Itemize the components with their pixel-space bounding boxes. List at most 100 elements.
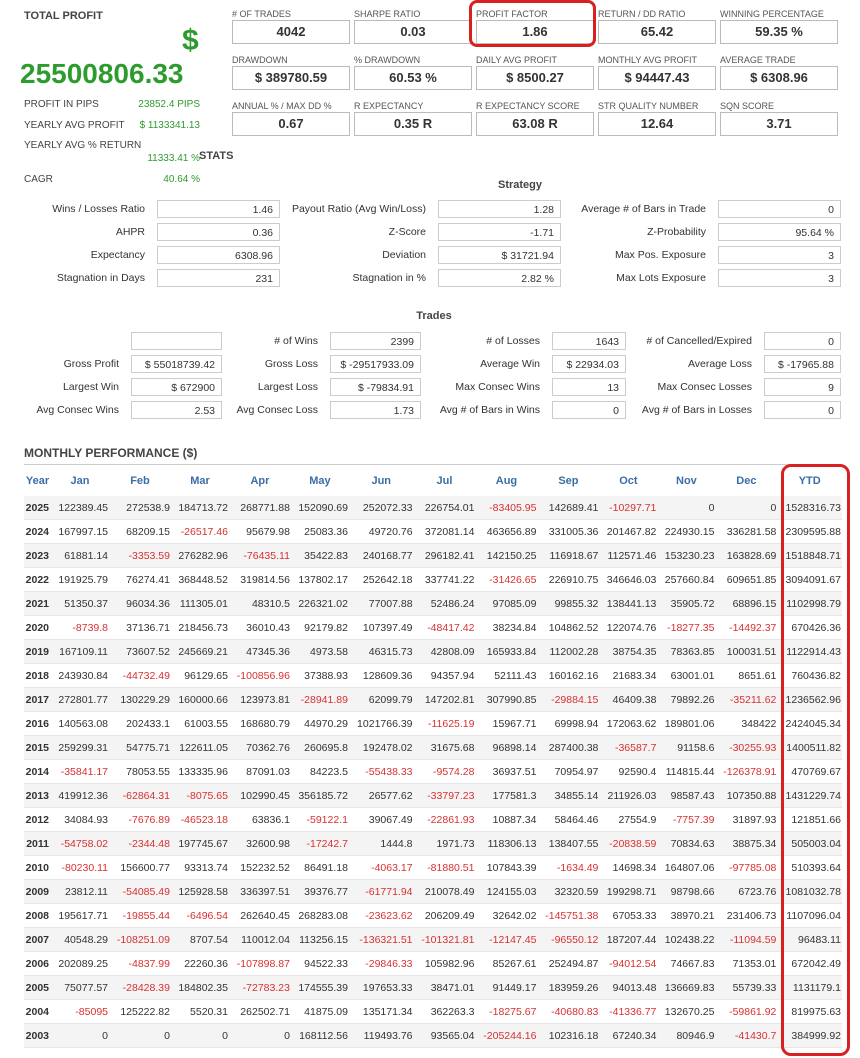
column-header[interactable]: Aug xyxy=(475,466,537,496)
column-header[interactable]: Feb xyxy=(109,466,171,496)
month-cell: 68896.15 xyxy=(715,591,778,616)
month-cell: 37136.71 xyxy=(109,615,171,640)
month-cell: 1971.73 xyxy=(413,831,476,856)
table-row: 2021 51350.37 96034.36 111305.01 48310.5 2263… xyxy=(24,591,842,616)
month-cell: 98798.66 xyxy=(657,879,716,904)
month-cell: 10887.34 xyxy=(475,807,538,832)
month-cell: 125928.58 xyxy=(170,879,229,904)
month-cell: 152232.52 xyxy=(228,855,291,880)
month-cell: 41875.09 xyxy=(290,999,349,1024)
metric-value: $ 6308.96 xyxy=(720,66,838,90)
year-cell: 2014 xyxy=(24,759,51,784)
column-header[interactable]: Mar xyxy=(171,466,229,496)
month-cell: 136669.83 xyxy=(657,975,716,1000)
month-cell: -7676.89 xyxy=(109,807,171,832)
month-cell: 268771.88 xyxy=(228,496,291,520)
trade-label: Avg # of Bars in Losses xyxy=(641,404,752,416)
month-cell: 160000.66 xyxy=(170,687,229,712)
column-header[interactable]: Jun xyxy=(349,466,414,496)
month-cell: 69998.94 xyxy=(537,711,600,736)
stat-value: 1.28 xyxy=(438,200,561,218)
stat-value: 2.82 % xyxy=(438,269,561,287)
month-cell: -80230.11 xyxy=(51,855,110,880)
year-cell: 2017 xyxy=(24,687,51,712)
month-cell: 252072.33 xyxy=(348,496,414,520)
month-cell: -41430.7 xyxy=(715,1023,778,1048)
column-header[interactable]: Year xyxy=(24,466,51,496)
month-cell: 111305.01 xyxy=(170,591,229,616)
year-cell: 2010 xyxy=(24,855,51,880)
column-header[interactable]: Dec xyxy=(715,466,777,496)
month-cell: 356185.72 xyxy=(290,783,349,808)
month-cell: 211926.03 xyxy=(599,783,658,808)
month-cell: 463656.89 xyxy=(475,519,538,544)
month-cell: -14492.37 xyxy=(715,615,778,640)
month-cell: 132670.25 xyxy=(657,999,716,1024)
cagr-value: 40.64 % xyxy=(163,174,200,185)
total-profit-amount: 25500806.33 xyxy=(20,58,184,89)
month-cell: 47345.36 xyxy=(228,639,291,664)
month-cell: -72783.23 xyxy=(228,975,291,1000)
month-cell: 77007.88 xyxy=(348,591,414,616)
metric-label: DAILY AVG PROFIT xyxy=(476,55,558,65)
table-row: 2008 195617.71 -19855.44 -6496.54 262640.45 2… xyxy=(24,903,842,928)
trade-label: # of Losses xyxy=(486,335,540,347)
column-header[interactable]: Oct xyxy=(599,466,657,496)
year-cell: 2018 xyxy=(24,663,51,688)
month-cell: -108251.09 xyxy=(109,927,171,952)
month-cell: -145751.38 xyxy=(537,903,600,928)
month-cell: 25083.36 xyxy=(290,519,349,544)
month-cell: 52111.43 xyxy=(475,663,538,688)
year-cell: 2022 xyxy=(24,567,51,592)
month-cell: 36937.51 xyxy=(475,759,538,784)
metric-value: 60.53 % xyxy=(354,66,472,90)
metric-label: RETURN / DD RATIO xyxy=(598,9,686,19)
table-header-row: Year Jan Feb Mar Apr May Jun Jul Aug Sep Oct Nov Dec… xyxy=(24,466,842,496)
metric-value: 0.67 xyxy=(232,112,350,136)
column-header[interactable]: Sep xyxy=(537,466,599,496)
month-cell: -28428.39 xyxy=(109,975,171,1000)
trade-value: 1.73 xyxy=(330,401,421,419)
month-cell: 210078.49 xyxy=(413,879,476,904)
month-cell: -136321.51 xyxy=(348,927,414,952)
metric-label: R EXPECTANCY xyxy=(354,101,424,111)
month-cell: 104862.52 xyxy=(537,615,600,640)
column-header[interactable]: Jan xyxy=(51,466,109,496)
metric-label: % DRAWDOWN xyxy=(354,55,421,65)
month-cell: 419912.36 xyxy=(51,783,110,808)
month-cell: 119493.76 xyxy=(348,1023,414,1048)
month-cell: 160162.16 xyxy=(537,663,600,688)
month-cell: -20838.59 xyxy=(599,831,658,856)
month-cell: -76435.11 xyxy=(228,543,291,568)
metric-card: R EXPECTANCY SCORE 63.08 R xyxy=(476,101,594,136)
month-cell: 135171.34 xyxy=(348,999,414,1024)
ytd-column-highlight xyxy=(781,464,850,1056)
month-cell: 153230.23 xyxy=(657,543,716,568)
column-header[interactable]: May xyxy=(291,466,349,496)
total-profit-label: TOTAL PROFIT xyxy=(24,10,103,22)
month-cell: 224930.15 xyxy=(657,519,716,544)
table-row: 2014 -35841.17 78053.55 133335.96 87091.03 84… xyxy=(24,759,842,784)
year-cell: 2025 xyxy=(24,496,51,520)
column-header[interactable]: Nov xyxy=(657,466,715,496)
year-cell: 2020 xyxy=(24,615,51,640)
month-cell: 307990.85 xyxy=(475,687,538,712)
month-cell: 95679.98 xyxy=(228,519,291,544)
strategy-title: Strategy xyxy=(497,179,543,191)
metric-value: $ 389780.59 xyxy=(232,66,350,90)
column-header[interactable]: Apr xyxy=(229,466,291,496)
month-cell: 116918.67 xyxy=(537,543,600,568)
month-cell: 54775.71 xyxy=(109,735,171,760)
table-row: 2004 -85095 125222.82 5520.31 262502.71 41875… xyxy=(24,999,842,1024)
month-cell: 296182.41 xyxy=(413,543,476,568)
table-row: 2024 167997.15 68209.15 -26517.46 95679.98 25… xyxy=(24,519,842,544)
month-cell: 197653.33 xyxy=(348,975,414,1000)
metric-value: 4042 xyxy=(232,20,350,44)
month-cell: 609651.85 xyxy=(715,567,778,592)
year-cell: 2011 xyxy=(24,831,51,856)
column-header[interactable]: Jul xyxy=(414,466,476,496)
month-cell: 189801.06 xyxy=(657,711,716,736)
month-cell: 23812.11 xyxy=(51,879,110,904)
month-cell: -107898.87 xyxy=(228,951,291,976)
trade-label: Max Consec Wins xyxy=(455,381,540,393)
